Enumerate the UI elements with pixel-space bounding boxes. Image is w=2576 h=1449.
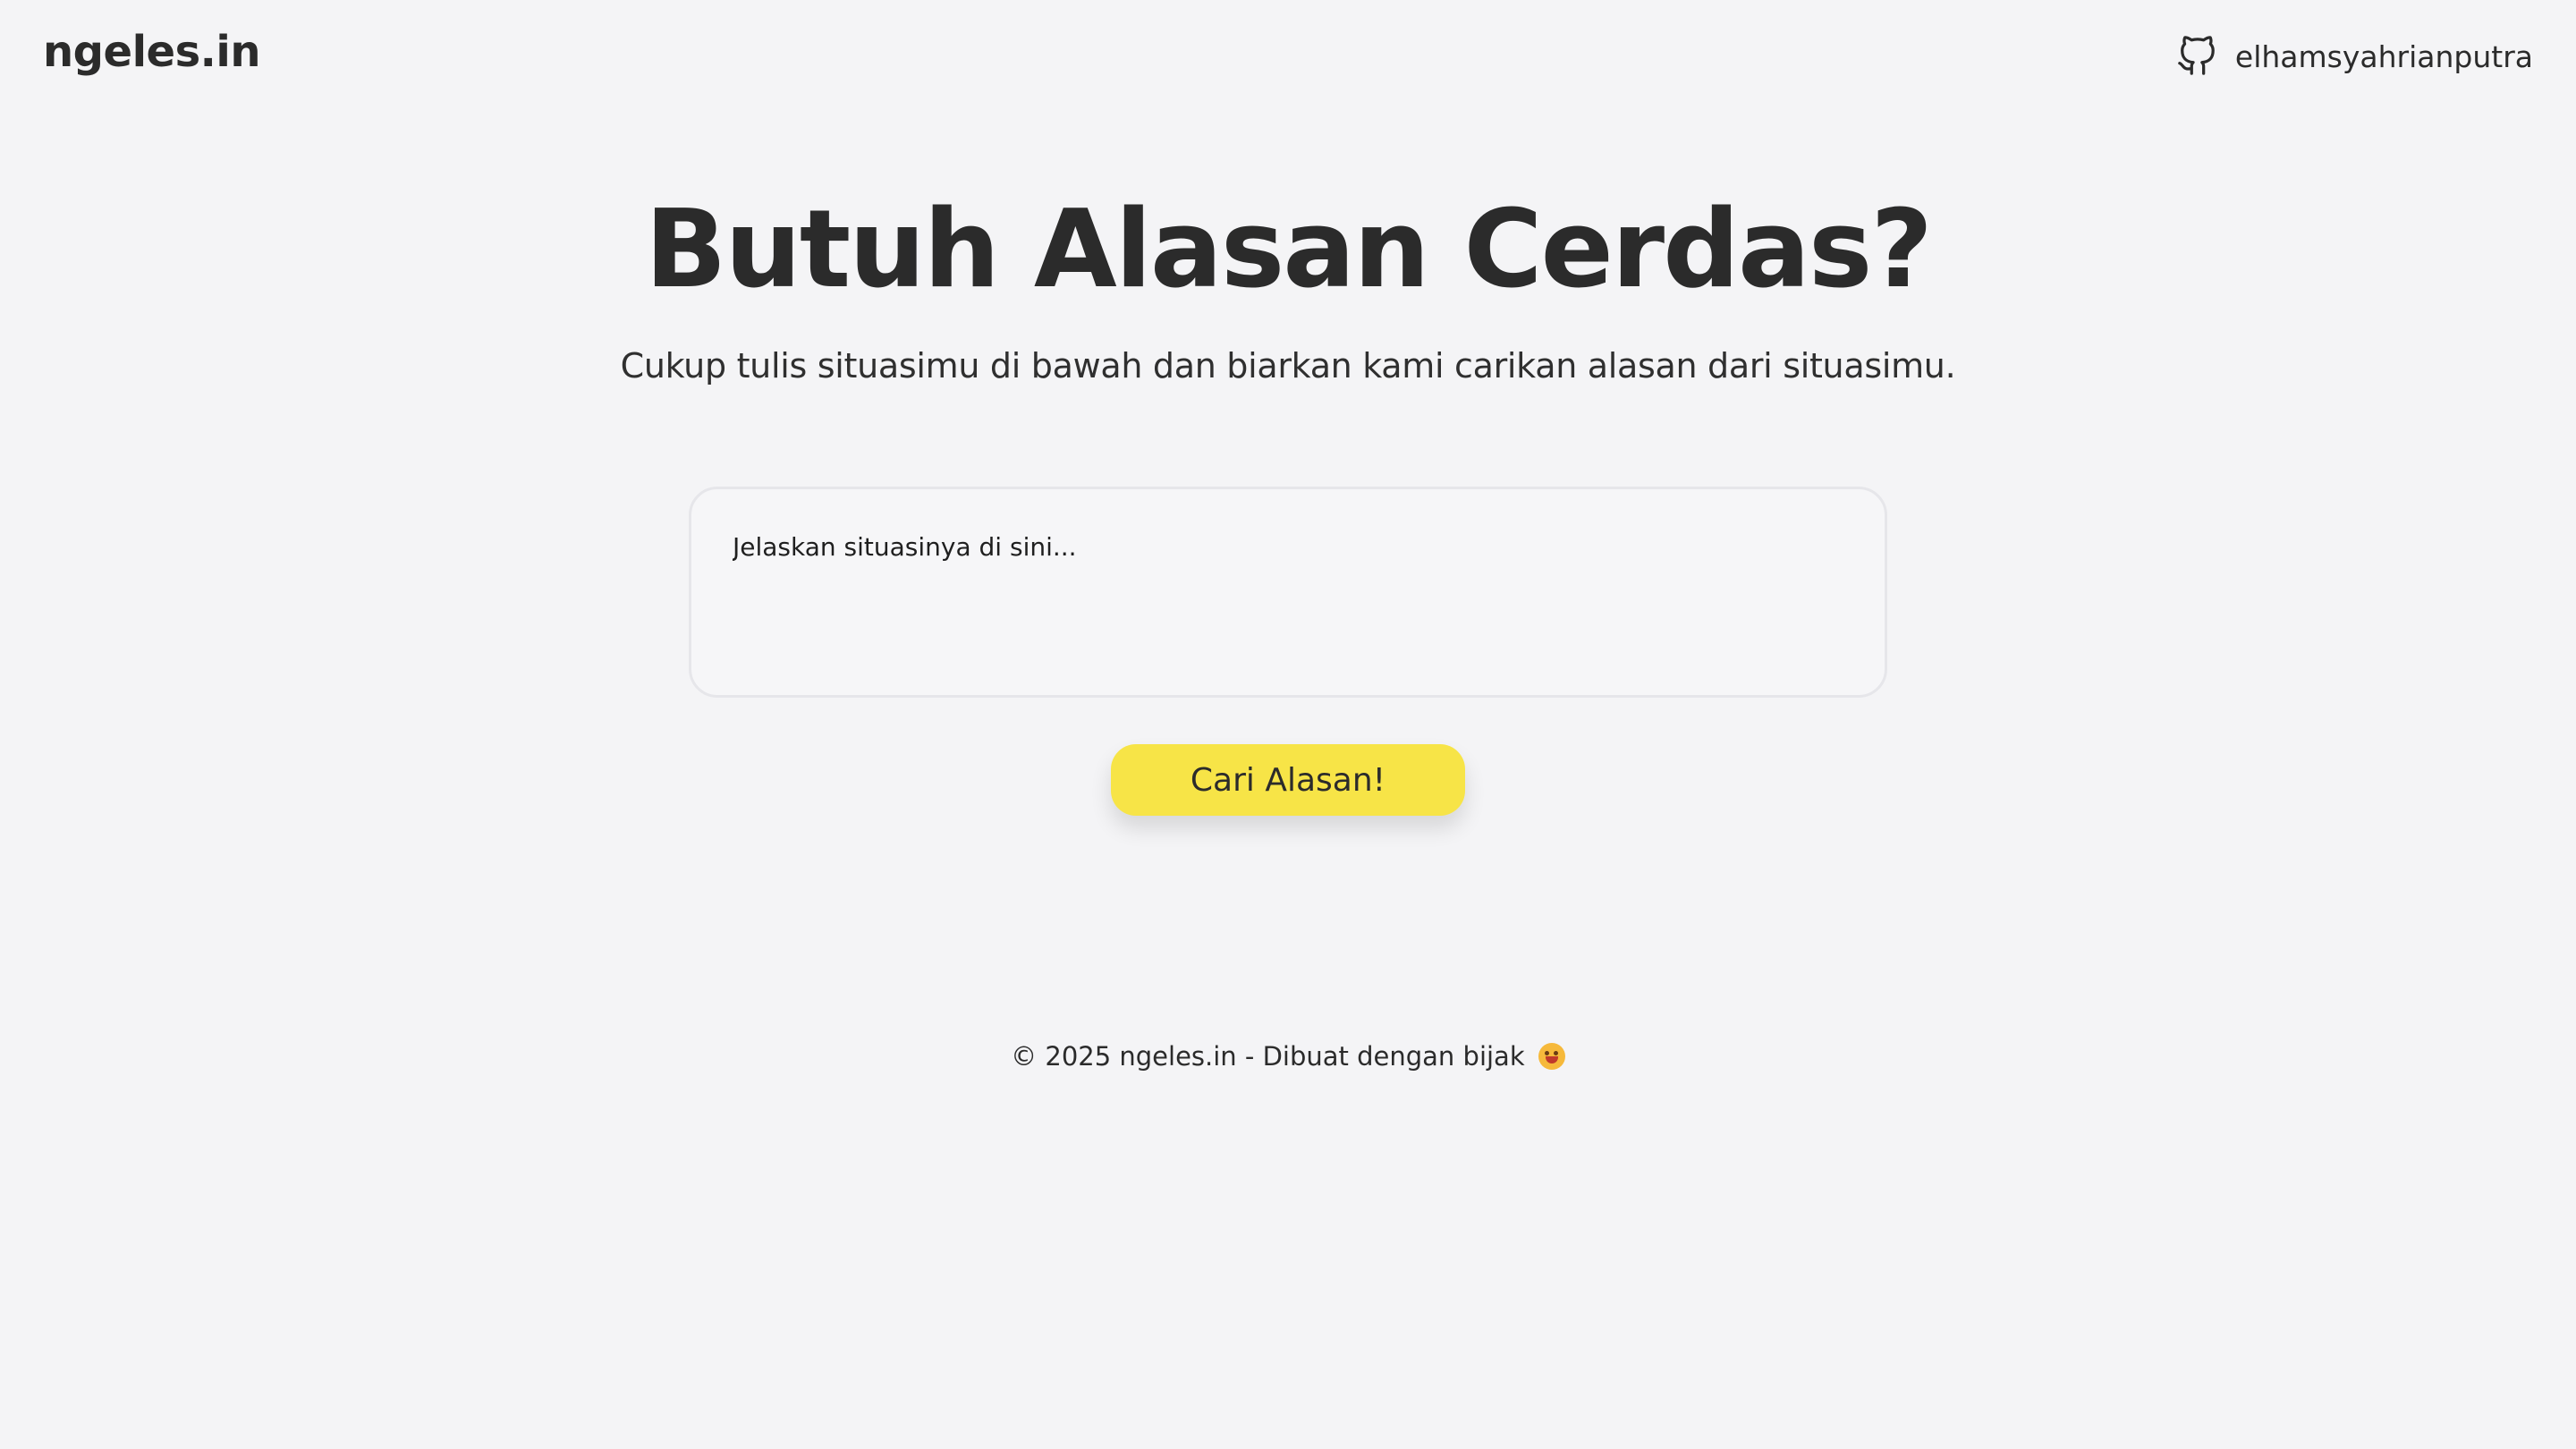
site-logo[interactable]: ngeles.in (43, 27, 261, 77)
situation-input[interactable] (733, 532, 1842, 666)
situation-input-card (689, 487, 1887, 698)
github-icon (2176, 34, 2217, 79)
github-profile-link[interactable]: elhamsyahrianputra (2176, 34, 2533, 79)
site-footer: © 2025 ngeles.in - Dibuat dengan bijak (0, 1041, 2576, 1072)
page-subtitle: Cukup tulis situasimu di bawah dan biark… (620, 346, 1956, 386)
github-username: elhamsyahrianputra (2234, 38, 2533, 74)
grinning-face-emoji-icon (1538, 1043, 1565, 1070)
footer-text: © 2025 ngeles.in - Dibuat dengan bijak (1011, 1041, 1525, 1072)
find-excuse-button[interactable]: Cari Alasan! (1111, 744, 1465, 816)
site-header: ngeles.in elhamsyahrianputra (0, 0, 2576, 116)
page-title: Butuh Alasan Cerdas? (644, 188, 1933, 312)
hero-section: Butuh Alasan Cerdas? Cukup tulis situasi… (0, 179, 2576, 388)
